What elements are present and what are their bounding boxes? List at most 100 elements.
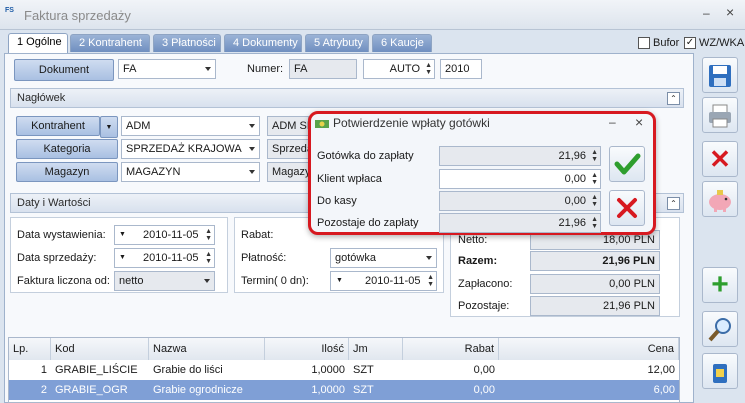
dialog-close-button[interactable]: × bbox=[635, 114, 643, 130]
table-row-selected[interactable]: 2 GRABIE_OGR Grabie ogrodnicze 1,0000 SZ… bbox=[9, 380, 679, 400]
kategoria-button[interactable]: Kategoria bbox=[16, 139, 118, 159]
search-icon[interactable] bbox=[702, 311, 738, 347]
gotowka-value: 21,96 bbox=[558, 150, 586, 162]
column-header[interactable]: Cena bbox=[499, 338, 679, 360]
save-icon[interactable] bbox=[702, 57, 738, 93]
chevron-down-icon bbox=[204, 279, 210, 283]
column-header[interactable]: Kod bbox=[51, 338, 149, 360]
spin-icon[interactable]: ▲ ▼ bbox=[425, 62, 432, 76]
spin-icon: ▲ ▼ bbox=[591, 194, 598, 208]
magazyn-select[interactable]: MAGAZYN bbox=[121, 162, 260, 182]
column-header[interactable]: Lp. bbox=[9, 338, 51, 360]
collapse-icon[interactable]: ⌃ bbox=[667, 92, 680, 105]
razem-value: 21,96 PLN bbox=[530, 251, 660, 271]
piggy-bank-icon[interactable] bbox=[702, 181, 738, 217]
delete-icon[interactable]: ✕ bbox=[702, 141, 738, 177]
platnosc-label: Płatność: bbox=[241, 252, 287, 264]
kontrahent-select[interactable]: ADM bbox=[121, 116, 260, 136]
column-header[interactable]: Jm bbox=[349, 338, 403, 360]
wzwka-checkbox[interactable]: ✓ WZ/WKA bbox=[684, 37, 744, 50]
cancel-button[interactable] bbox=[609, 190, 645, 226]
liczona-value: netto bbox=[119, 275, 144, 287]
add-icon[interactable]: + bbox=[702, 267, 738, 303]
razem-label: Razem: bbox=[458, 255, 498, 267]
print-icon[interactable] bbox=[702, 97, 738, 133]
platnosc-select[interactable]: gotówka bbox=[330, 248, 437, 268]
bin-icon[interactable] bbox=[702, 353, 738, 389]
klient-label: Klient wpłaca bbox=[317, 173, 382, 185]
document-type-value: FA bbox=[123, 63, 137, 75]
numer-mode-value: AUTO bbox=[389, 63, 420, 75]
confirm-button[interactable] bbox=[609, 146, 645, 182]
payment-confirmation-dialog: Potwierdzenie wpłaty gotówki – × Gotówka… bbox=[308, 111, 656, 235]
kontrahent-dropdown-button[interactable]: ▼ bbox=[100, 116, 118, 138]
spin-icon[interactable]: ▲ ▼ bbox=[205, 251, 212, 265]
minimize-button[interactable]: – bbox=[703, 6, 710, 20]
numer-year-field[interactable]: 2010 bbox=[440, 59, 482, 79]
chevron-down-icon bbox=[205, 67, 211, 71]
liczona-label: Faktura liczona od: bbox=[17, 275, 110, 287]
bufor-check-box[interactable] bbox=[638, 37, 650, 50]
column-header[interactable]: Ilość bbox=[265, 338, 349, 360]
pozostaje-label: Pozostaje: bbox=[458, 300, 510, 312]
spin-icon[interactable]: ▲ ▼ bbox=[591, 172, 598, 186]
klient-value: 0,00 bbox=[564, 173, 586, 185]
numer-label: Numer: bbox=[247, 63, 284, 75]
chevron-down-icon[interactable]: ▼ bbox=[119, 249, 126, 267]
cross-icon bbox=[617, 198, 637, 218]
tab-kontrahent[interactable]: 2 Kontrahent bbox=[70, 34, 150, 52]
magazyn-value: MAGAZYN bbox=[126, 166, 181, 178]
cell-kod: GRABIE_LIŚCIE bbox=[55, 364, 138, 376]
collapse-icon[interactable]: ⌃ bbox=[667, 197, 680, 210]
wystawienia-field[interactable]: ▼ 2010-11-05 ▲ ▼ bbox=[114, 225, 215, 245]
column-header[interactable]: Nazwa bbox=[149, 338, 265, 360]
dokument-button[interactable]: Dokument bbox=[14, 59, 114, 81]
cell-jm: SZT bbox=[353, 384, 374, 396]
checkmark-icon bbox=[614, 153, 641, 175]
tab-kaucje[interactable]: 6 Kaucje bbox=[372, 34, 432, 52]
table-row[interactable]: 1 GRABIE_LIŚCIE Grabie do liści 1,0000 S… bbox=[9, 360, 679, 380]
chevron-down-icon[interactable]: ▼ bbox=[119, 226, 126, 244]
right-toolbar: ✕ + bbox=[697, 53, 745, 403]
zaplacono-value: 0,00 PLN bbox=[530, 274, 660, 294]
cell-rabat: 0,00 bbox=[473, 384, 495, 396]
dialog-minimize-button[interactable]: – bbox=[609, 115, 616, 129]
klient-wplaca-input[interactable]: 0,00 ▲ ▼ bbox=[439, 169, 601, 189]
magazyn-button[interactable]: Magazyn bbox=[16, 162, 118, 182]
cell-cena: 12,00 bbox=[647, 364, 675, 376]
pozostaje-dialog-field: 21,96 ▲ ▼ bbox=[439, 213, 601, 233]
numer-mode-field[interactable]: AUTO ▲ ▼ bbox=[363, 59, 435, 79]
cell-rabat: 0,00 bbox=[473, 364, 495, 376]
termin-field[interactable]: ▼ 2010-11-05 ▲ ▼ bbox=[330, 271, 437, 291]
title-bar: FS Faktura sprzedaży – × bbox=[0, 0, 745, 30]
spin-icon[interactable]: ▲ ▼ bbox=[205, 228, 212, 242]
liczona-select[interactable]: netto bbox=[114, 271, 215, 291]
sprzedazy-label: Data sprzedaży: bbox=[17, 252, 97, 264]
tab-atrybuty[interactable]: 5 Atrybuty bbox=[305, 34, 369, 52]
wzwka-check-box[interactable]: ✓ bbox=[684, 37, 696, 50]
tab-platnosci[interactable]: 3 Płatności bbox=[153, 34, 221, 52]
tab-dokumenty[interactable]: 4 Dokumenty bbox=[224, 34, 302, 52]
kontrahent-button[interactable]: Kontrahent bbox=[16, 116, 100, 136]
zaplacono-label: Zapłacono: bbox=[458, 278, 513, 290]
dialog-title: Potwierdzenie wpłaty gotówki bbox=[333, 116, 490, 130]
cell-ilosc: 1,0000 bbox=[311, 364, 345, 376]
gotowka-field: 21,96 ▲ ▼ bbox=[439, 146, 601, 166]
column-header[interactable]: Rabat bbox=[403, 338, 499, 360]
cell-lp: 2 bbox=[40, 384, 47, 396]
pozostaje-value: 21,96 PLN bbox=[530, 296, 660, 316]
sprzedazy-field[interactable]: ▼ 2010-11-05 ▲ ▼ bbox=[114, 248, 215, 268]
chevron-down-icon: ▼ bbox=[105, 124, 113, 131]
termin-value: 2010-11-05 bbox=[365, 275, 421, 287]
tab-ogolne[interactable]: 1 Ogólne bbox=[8, 33, 68, 54]
spin-icon[interactable]: ▲ ▼ bbox=[427, 274, 434, 288]
money-icon bbox=[314, 116, 330, 130]
kategoria-select[interactable]: SPRZEDAŻ KRAJOWA bbox=[121, 139, 260, 159]
document-type-select[interactable]: FA bbox=[118, 59, 216, 79]
naglowek-header: Nagłówek bbox=[10, 88, 684, 108]
bufor-checkbox[interactable]: Bufor bbox=[638, 37, 679, 50]
chevron-down-icon[interactable]: ▼ bbox=[336, 272, 343, 290]
close-button[interactable]: × bbox=[726, 4, 734, 20]
numer-prefix-field: FA bbox=[289, 59, 357, 79]
netto-label: Netto: bbox=[458, 234, 488, 246]
